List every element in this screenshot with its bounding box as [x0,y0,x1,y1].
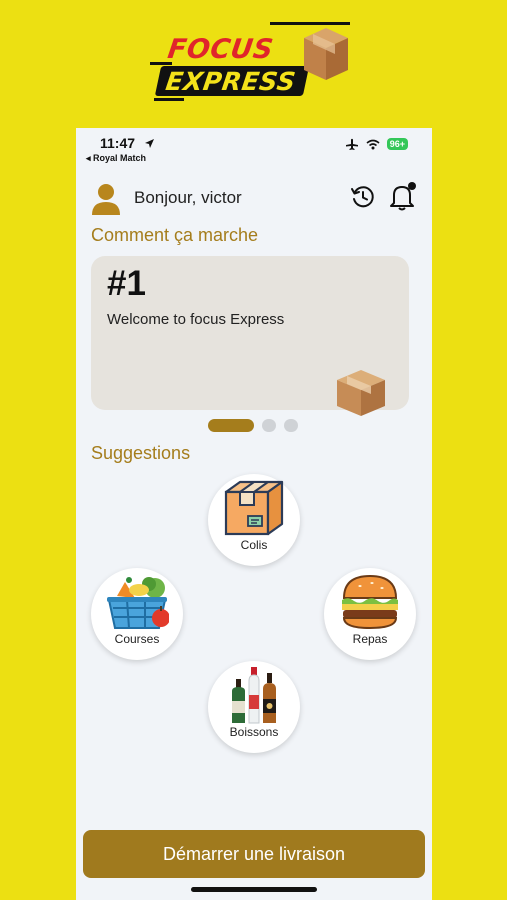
logo-focus-text: FOCUS [165,34,276,65]
how-it-works-title: Comment ça marche [91,225,259,245]
logo-box-icon [304,28,348,80]
suggestion-label: Boissons [229,725,279,739]
package-box-icon [337,370,385,416]
start-delivery-button[interactable]: Démarrer une livraison [83,830,425,878]
back-to-app-link[interactable]: ◂ Royal Match [86,153,146,164]
carousel-dot[interactable] [262,419,276,432]
app-header: Bonjour, victor [91,181,417,217]
suggestion-label: Repas [352,632,388,646]
carousel-dot[interactable] [284,419,298,432]
suggestion-boissons[interactable]: Boissons [208,661,300,753]
brand-logo: FOCUS EXPRESS [150,18,360,102]
logo-express-text: EXPRESS [163,67,298,96]
suggestions-title: Suggestions [91,443,191,463]
suggestion-label: Colis [240,538,268,552]
suggestion-courses[interactable]: Courses [91,568,183,660]
home-indicator[interactable] [191,887,317,892]
suggestion-colis[interactable]: Colis [208,474,300,566]
bottles-icon [232,667,276,724]
user-avatar-icon[interactable] [91,183,121,215]
status-time: 11:47 [100,135,136,151]
carousel-dot-active[interactable] [208,419,254,432]
phone-screen: 11:47 ◂ Royal Match 96+ Bonjour, victor [76,128,432,900]
grocery-basket-icon [107,577,169,629]
logo-streak [154,98,184,101]
carousel-pagination [76,419,432,433]
suggestion-label: Courses [114,632,160,646]
greeting-text: Bonjour, victor [134,188,242,207]
status-icons: 96+ [345,138,408,150]
wifi-icon [366,139,380,149]
airplane-icon [345,138,358,150]
package-icon [224,480,284,536]
battery-indicator: 96+ [386,138,408,150]
burger-icon [342,574,398,630]
onboarding-card[interactable]: #1 Welcome to focus Express [91,256,409,416]
notification-bell-icon[interactable] [389,181,417,211]
card-text: Welcome to focus Express [107,311,285,328]
history-icon[interactable] [350,184,376,210]
location-arrow-icon [145,139,154,148]
card-step-number: #1 [107,264,146,303]
suggestion-repas[interactable]: Repas [324,568,416,660]
